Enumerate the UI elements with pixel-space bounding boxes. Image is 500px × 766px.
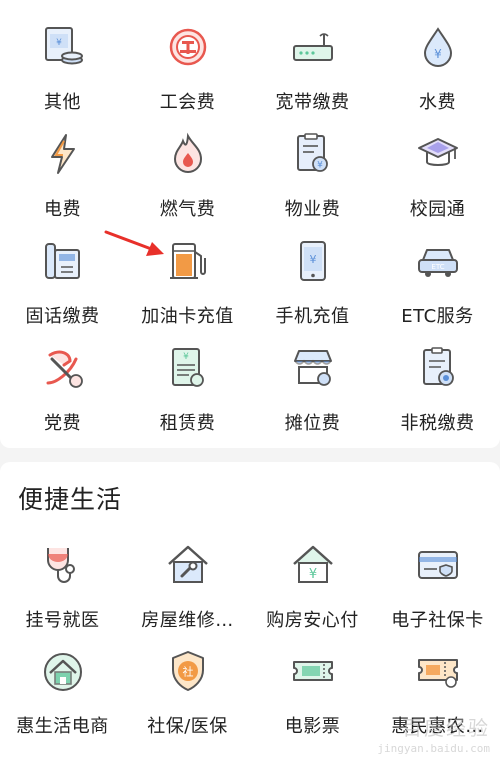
life-label: 电子社保卡 — [391, 610, 484, 631]
shield-badge-icon: 社 — [165, 648, 211, 694]
watermark-text: 百度经验 — [402, 716, 490, 740]
property-bill-icon: ¥ — [290, 131, 336, 177]
watermark: 百度经验 jingyan.baidu.com — [372, 706, 496, 762]
service-label: 手机充值 — [275, 306, 350, 327]
watermark-url: jingyan.baidu.com — [377, 742, 490, 755]
life-label: 挂号就医 — [25, 610, 100, 631]
life-label: 社保/医保 — [147, 716, 228, 737]
svg-text:¥: ¥ — [434, 47, 442, 61]
house-repair-icon — [165, 542, 211, 588]
service-non-tax[interactable]: 非税缴费 — [375, 343, 500, 450]
service-label: 工会费 — [159, 92, 216, 113]
bill-coin-icon: ¥ — [40, 24, 86, 70]
svg-text:¥: ¥ — [308, 567, 316, 582]
life-label: 房屋维修… — [141, 610, 234, 631]
service-campus[interactable]: 校园通 — [375, 129, 500, 236]
service-union-fee[interactable]: 工会费 — [125, 22, 250, 129]
service-etc[interactable]: ETC ETC服务 — [375, 236, 500, 343]
eco-house-icon — [40, 648, 86, 694]
life-house-repair[interactable]: 房屋维修… — [125, 540, 250, 646]
service-label: ETC服务 — [401, 306, 474, 327]
svg-text:¥: ¥ — [317, 161, 323, 171]
service-party-fee[interactable]: 党费 — [0, 343, 125, 450]
mobile-topup-icon: ¥ — [290, 238, 336, 284]
svg-text:¥: ¥ — [309, 253, 316, 266]
service-label: 水费 — [419, 92, 456, 113]
party-emblem-icon — [40, 345, 86, 391]
service-label: 其他 — [44, 92, 81, 113]
section-title: 便捷生活 — [18, 485, 123, 514]
life-movie-ticket[interactable]: 电影票 — [250, 646, 375, 752]
life-ecommerce[interactable]: 惠生活电商 — [0, 646, 125, 752]
service-rent[interactable]: ¥ 租赁费 — [125, 343, 250, 450]
svg-text:¥: ¥ — [56, 38, 62, 48]
landline-phone-icon — [40, 238, 86, 284]
union-badge-icon — [165, 24, 211, 70]
stethoscope-icon — [40, 542, 86, 588]
service-label: 校园通 — [409, 199, 466, 220]
life-house-purchase[interactable]: ¥ 购房安心付 — [250, 540, 375, 646]
service-label: 非税缴费 — [400, 413, 475, 434]
etc-icon-text: ETC — [431, 263, 444, 271]
service-broadband[interactable]: 宽带缴费 — [250, 22, 375, 129]
service-label: 党费 — [44, 413, 81, 434]
life-label: 惠生活电商 — [16, 716, 109, 737]
service-label: 加油卡充值 — [141, 306, 234, 327]
etc-car-icon: ETC — [415, 238, 461, 284]
tax-document-icon — [415, 345, 461, 391]
service-other[interactable]: ¥ 其他 — [0, 22, 125, 129]
lightning-icon — [40, 131, 86, 177]
service-label: 宽带缴费 — [275, 92, 350, 113]
fuel-pump-icon — [165, 238, 211, 284]
service-label: 固话缴费 — [25, 306, 100, 327]
service-property[interactable]: ¥ 物业费 — [250, 129, 375, 236]
service-label: 摊位费 — [284, 413, 341, 434]
life-label: 电影票 — [284, 716, 341, 737]
movie-ticket-icon — [290, 648, 336, 694]
service-label: 电费 — [44, 199, 81, 220]
life-hospital-registration[interactable]: 挂号就医 — [0, 540, 125, 646]
bill-payment-grid: ¥ 其他 工会费 宽带缴费 ¥ 水费 电费 燃气费 ¥ 物业费 校园通 固话缴费… — [0, 22, 500, 450]
service-water[interactable]: ¥ 水费 — [375, 22, 500, 129]
house-yuan-icon: ¥ — [290, 542, 336, 588]
water-drop-icon: ¥ — [415, 24, 461, 70]
coupon-icon — [415, 648, 461, 694]
annotation-arrow-icon — [104, 230, 164, 256]
life-label: 购房安心付 — [266, 610, 359, 631]
gas-flame-icon — [165, 131, 211, 177]
svg-text:¥: ¥ — [183, 352, 189, 362]
life-social-medical-insurance[interactable]: 社 社保/医保 — [125, 646, 250, 752]
service-label: 物业费 — [284, 199, 341, 220]
service-electricity[interactable]: 电费 — [0, 129, 125, 236]
service-stall[interactable]: 摊位费 — [250, 343, 375, 450]
rent-receipt-icon: ¥ — [165, 345, 211, 391]
service-mobile-topup[interactable]: ¥ 手机充值 — [250, 236, 375, 343]
graduation-cap-icon — [415, 131, 461, 177]
service-gas[interactable]: 燃气费 — [125, 129, 250, 236]
social-security-card-icon — [415, 542, 461, 588]
life-social-security-card[interactable]: 电子社保卡 — [375, 540, 500, 646]
service-label: 租赁费 — [159, 413, 216, 434]
shield-icon-text: 社 — [182, 665, 193, 679]
router-icon — [290, 24, 336, 70]
service-label: 燃气费 — [159, 199, 216, 220]
market-stall-icon — [290, 345, 336, 391]
